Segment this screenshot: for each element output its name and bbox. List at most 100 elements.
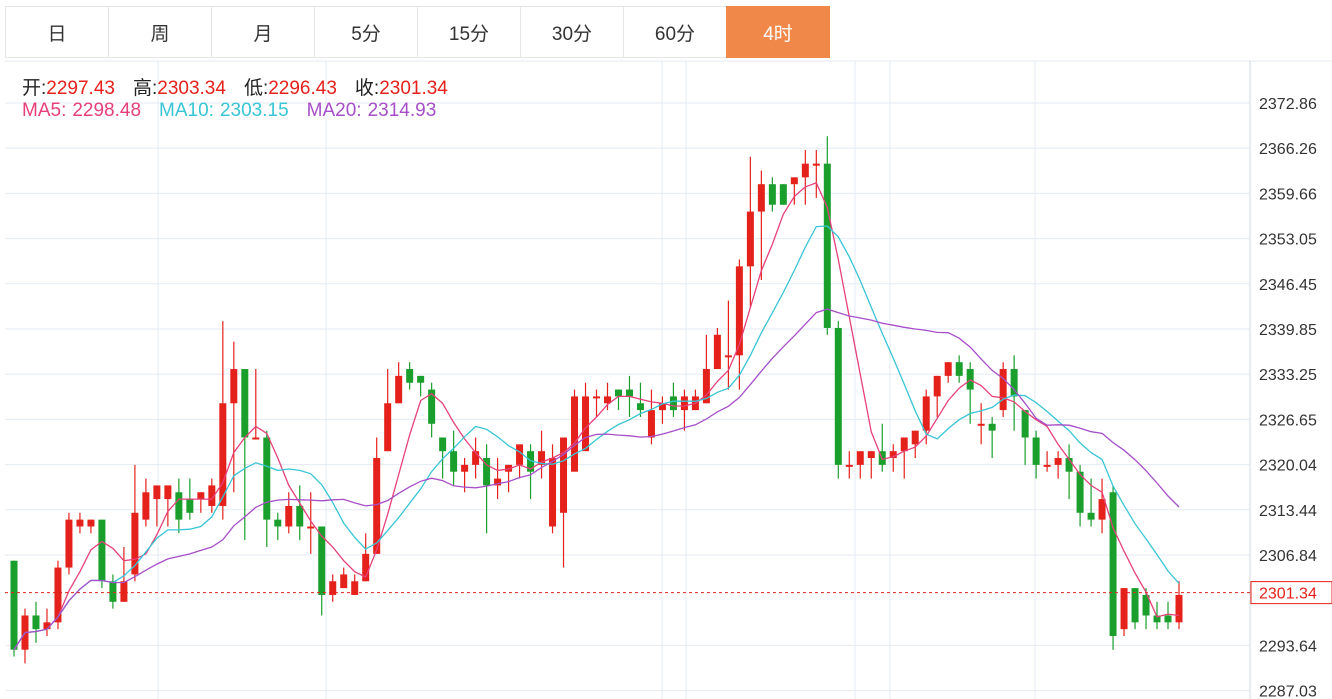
- candle-body: [1109, 492, 1117, 637]
- y-tick-label: 2366.26: [1259, 141, 1317, 158]
- candle-body: [230, 369, 238, 404]
- candle-body: [296, 505, 304, 527]
- candle-body: [1076, 471, 1084, 513]
- candle-body: [746, 211, 754, 267]
- candle-body: [164, 485, 172, 500]
- candle-body: [790, 177, 798, 185]
- candle-body: [801, 163, 809, 178]
- candle-body: [219, 403, 227, 506]
- ma10-line: [13, 225, 1180, 651]
- candle-body: [636, 403, 644, 411]
- candle-body: [197, 492, 205, 500]
- open-value: 2297.43: [46, 78, 115, 99]
- ma20-value: 2314.93: [367, 100, 437, 121]
- candle-body: [384, 403, 392, 452]
- ma20-line: [13, 308, 1180, 651]
- ma10-label: MA10:: [159, 100, 214, 121]
- y-tick-label: 2287.03: [1259, 684, 1317, 699]
- ma5-label: MA5:: [22, 100, 67, 121]
- candle-body: [900, 437, 908, 452]
- y-tick-label: 2353.05: [1259, 232, 1317, 249]
- candle-body: [1032, 437, 1040, 465]
- candle-body: [395, 375, 403, 404]
- high-label: 高:: [132, 78, 158, 99]
- y-tick-label: 2359.66: [1259, 186, 1317, 203]
- candle-body: [417, 375, 425, 383]
- candle-body: [922, 396, 930, 431]
- close-label: 收:: [354, 78, 380, 99]
- candle-body: [812, 163, 820, 166]
- y-tick-label: 2306.84: [1259, 548, 1317, 565]
- tab-4hour[interactable]: 4时: [726, 6, 830, 58]
- ma20-label: MA20:: [306, 100, 362, 121]
- candle-body: [911, 430, 919, 445]
- candle-body: [999, 369, 1007, 411]
- candle-body: [625, 389, 633, 397]
- y-tick-label: 2320.04: [1259, 458, 1317, 475]
- close-value: 2301.34: [379, 78, 448, 99]
- candle-body: [109, 581, 117, 602]
- candle-body: [614, 389, 622, 397]
- candle-body: [285, 505, 293, 527]
- candle-body: [307, 526, 315, 529]
- candle-body: [263, 437, 271, 520]
- candle-body: [32, 615, 40, 630]
- candle-body: [933, 375, 941, 397]
- candle-body: [175, 492, 183, 520]
- candle-body: [757, 184, 765, 212]
- candle-body: [406, 369, 414, 383]
- candle-body: [560, 437, 568, 513]
- candle-body: [944, 362, 952, 376]
- candle-body: [1054, 458, 1062, 465]
- candle-body: [593, 396, 600, 399]
- y-tick-label: 2293.64: [1259, 638, 1317, 655]
- candle-body: [582, 396, 590, 452]
- candle-body: [241, 369, 249, 438]
- candle-body: [153, 485, 161, 500]
- candle-body: [142, 492, 150, 520]
- candle-body: [1043, 464, 1051, 467]
- candle-body: [65, 519, 73, 568]
- candle-body: [186, 499, 194, 513]
- open-label: 开:: [22, 78, 47, 99]
- candle-body: [680, 396, 688, 411]
- ma5-value: 2298.48: [72, 100, 142, 121]
- ma10-value: 2303.15: [219, 100, 289, 121]
- candle-body: [845, 464, 853, 467]
- candle-body: [10, 560, 18, 650]
- low-label: 低:: [243, 78, 269, 99]
- y-tick-label: 2313.44: [1259, 503, 1317, 520]
- candle-body: [977, 423, 985, 426]
- candle-body: [856, 451, 864, 465]
- candle-body: [669, 396, 677, 411]
- candle-body: [120, 581, 128, 602]
- candle-body: [571, 396, 579, 472]
- candle-body: [461, 464, 469, 472]
- candle-body: [834, 327, 842, 465]
- y-tick-label: 2346.45: [1259, 277, 1317, 294]
- candle-body: [549, 458, 557, 527]
- y-tick-label: 2333.25: [1259, 367, 1317, 384]
- candle-body: [735, 266, 743, 356]
- y-tick-label: 2326.65: [1259, 412, 1317, 429]
- last-price-label: 2301.34: [1259, 586, 1317, 603]
- candle-body: [955, 362, 963, 376]
- candle-body: [1164, 615, 1172, 623]
- candle-body: [768, 184, 776, 205]
- candle-body: [867, 451, 875, 459]
- candle-body: [713, 334, 721, 370]
- low-value: 2296.43: [268, 78, 337, 99]
- ohlc-readout: 开:2297.43 高:2303.34 低:2296.43 收:2301.34: [22, 73, 448, 100]
- candle-body: [1087, 512, 1095, 520]
- candle-body: [1131, 588, 1139, 623]
- candle-body: [724, 355, 732, 358]
- ma5-line: [13, 181, 1180, 651]
- candle-body: [340, 574, 348, 589]
- high-value: 2303.34: [157, 78, 226, 99]
- candle-body: [450, 451, 458, 472]
- y-tick-label: 2372.86: [1259, 96, 1317, 113]
- candle-body: [439, 437, 447, 452]
- candle-body: [1021, 410, 1029, 438]
- candle-body: [76, 519, 84, 527]
- candle-body: [823, 163, 831, 328]
